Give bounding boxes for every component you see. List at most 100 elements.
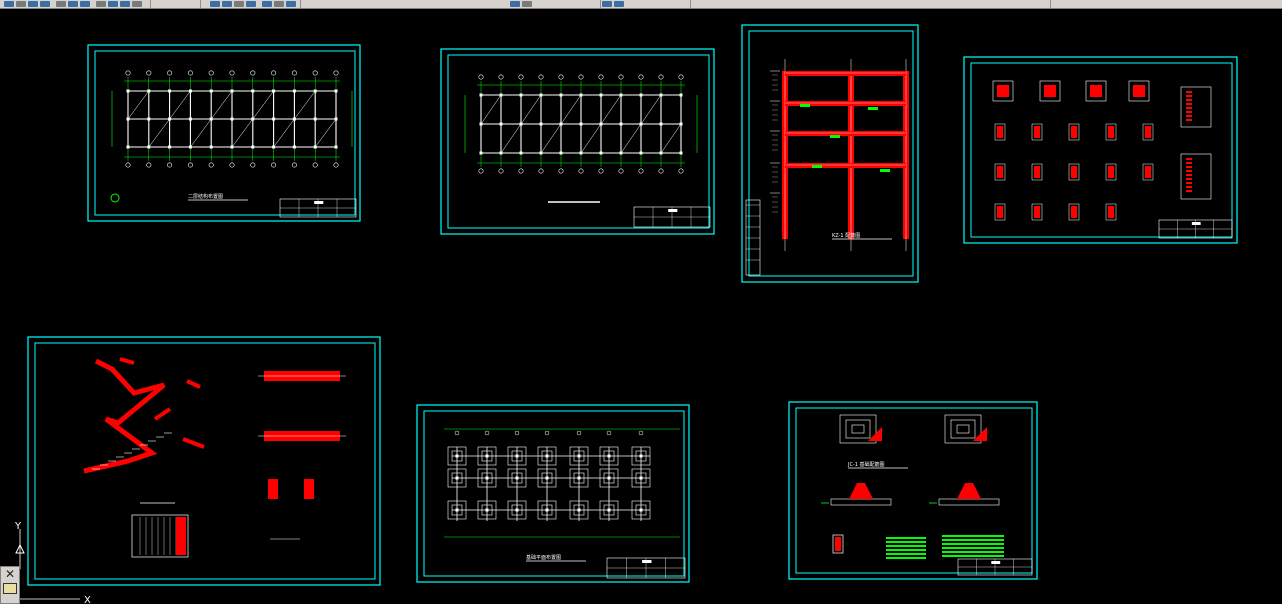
rect — [499, 122, 503, 126]
rect — [268, 479, 278, 499]
print-icon[interactable] — [40, 1, 50, 7]
rect — [251, 145, 255, 149]
tool-palette-icon[interactable] — [286, 1, 296, 7]
axis-bubble — [187, 70, 193, 76]
line — [500, 123, 522, 154]
pan-icon[interactable] — [210, 1, 220, 7]
sheet-3: KZ-1 配筋图 — [741, 24, 919, 283]
axis-bubble — [125, 70, 131, 76]
copy-icon[interactable] — [80, 1, 90, 7]
undo-icon[interactable] — [120, 1, 130, 7]
rect — [334, 145, 338, 149]
layout-icon[interactable] — [3, 583, 17, 594]
sheet-border — [741, 24, 919, 283]
rect — [599, 122, 603, 126]
help-icon[interactable] — [614, 1, 624, 7]
axis-bubble — [498, 168, 504, 174]
save-icon[interactable] — [28, 1, 38, 7]
zoom-realtime-icon[interactable] — [222, 1, 232, 7]
axis-bubble — [271, 70, 277, 76]
properties-icon[interactable] — [262, 1, 272, 7]
model-space-canvas[interactable]: 二层结构布置图 KZ-1 配筋图 基础平面布置图 JC-1 基础配筋图 Y X — [0, 9, 1282, 604]
sheet-5 — [27, 336, 381, 586]
ucs-y-label: Y — [14, 521, 22, 532]
line — [252, 90, 274, 120]
calc-icon[interactable] — [602, 1, 612, 7]
rect — [639, 476, 643, 480]
sheet-set-icon[interactable] — [510, 1, 520, 7]
ucs-axes: YX — [14, 521, 91, 604]
axis-bubble — [333, 70, 339, 76]
axis-bubble — [558, 168, 564, 174]
rect — [845, 419, 871, 439]
rect — [147, 117, 151, 121]
rect — [334, 117, 338, 121]
line — [190, 118, 212, 148]
rect — [314, 201, 324, 204]
rect — [639, 122, 643, 126]
rect — [1186, 186, 1192, 188]
open-icon[interactable] — [16, 1, 26, 7]
axis-bubble — [333, 162, 339, 168]
rect — [579, 122, 583, 126]
drawing-area[interactable]: 二层结构布置图KZ-1 配筋图基础平面布置图JC-1 基础配筋图YX — [0, 9, 1282, 604]
rect — [1145, 166, 1151, 178]
axis-bubble — [638, 74, 644, 80]
rect — [886, 549, 926, 551]
line — [153, 407, 172, 421]
zoom-window-icon[interactable] — [234, 1, 244, 7]
rect — [956, 424, 970, 434]
rect — [272, 145, 276, 149]
title-block — [279, 198, 357, 218]
line — [480, 94, 502, 125]
rect — [1186, 190, 1192, 192]
rect — [455, 454, 459, 458]
zoom-previous-icon[interactable] — [246, 1, 256, 7]
preview-icon[interactable] — [56, 1, 66, 7]
axis-bubble — [250, 70, 256, 76]
redo-icon[interactable] — [132, 1, 142, 7]
axis-bubble — [478, 74, 484, 80]
axis-bubble — [538, 74, 544, 80]
rect — [147, 145, 151, 149]
sheet-title: 二层结构布置图 — [188, 193, 223, 200]
close-icon[interactable]: ✕ — [1, 567, 19, 581]
axis-bubble — [229, 70, 235, 76]
rect — [607, 476, 611, 480]
ucs-icon-panel[interactable]: ✕ — [0, 566, 20, 604]
paste-icon[interactable] — [96, 1, 106, 7]
line — [182, 437, 205, 449]
cut-icon[interactable] — [68, 1, 78, 7]
sheet-inner-border — [423, 410, 685, 577]
rect — [1186, 107, 1192, 109]
sheet-border — [87, 44, 361, 222]
match-icon[interactable] — [108, 1, 118, 7]
rect — [230, 145, 234, 149]
rect — [188, 117, 192, 121]
rect — [1044, 85, 1056, 97]
rect — [830, 498, 892, 506]
design-center-icon[interactable] — [274, 1, 284, 7]
axis-bubble — [578, 168, 584, 174]
new-icon[interactable] — [4, 1, 14, 7]
rect — [668, 209, 678, 212]
markup-icon[interactable] — [522, 1, 532, 7]
rect — [188, 89, 192, 93]
rect — [1186, 119, 1192, 121]
rect — [679, 122, 683, 126]
rect — [745, 199, 761, 276]
rect — [499, 93, 503, 97]
sheet-inner-border — [94, 50, 356, 216]
rect — [126, 117, 130, 121]
axis-bubble — [291, 70, 297, 76]
axis-bubble — [518, 74, 524, 80]
rect — [639, 151, 643, 155]
rect — [835, 537, 841, 551]
rect — [942, 543, 1004, 545]
rect — [800, 104, 810, 107]
rect — [1108, 166, 1114, 178]
axis-bubble — [454, 430, 460, 436]
toolbar-separator — [690, 0, 691, 8]
rect — [485, 476, 489, 480]
rect — [942, 535, 1004, 537]
